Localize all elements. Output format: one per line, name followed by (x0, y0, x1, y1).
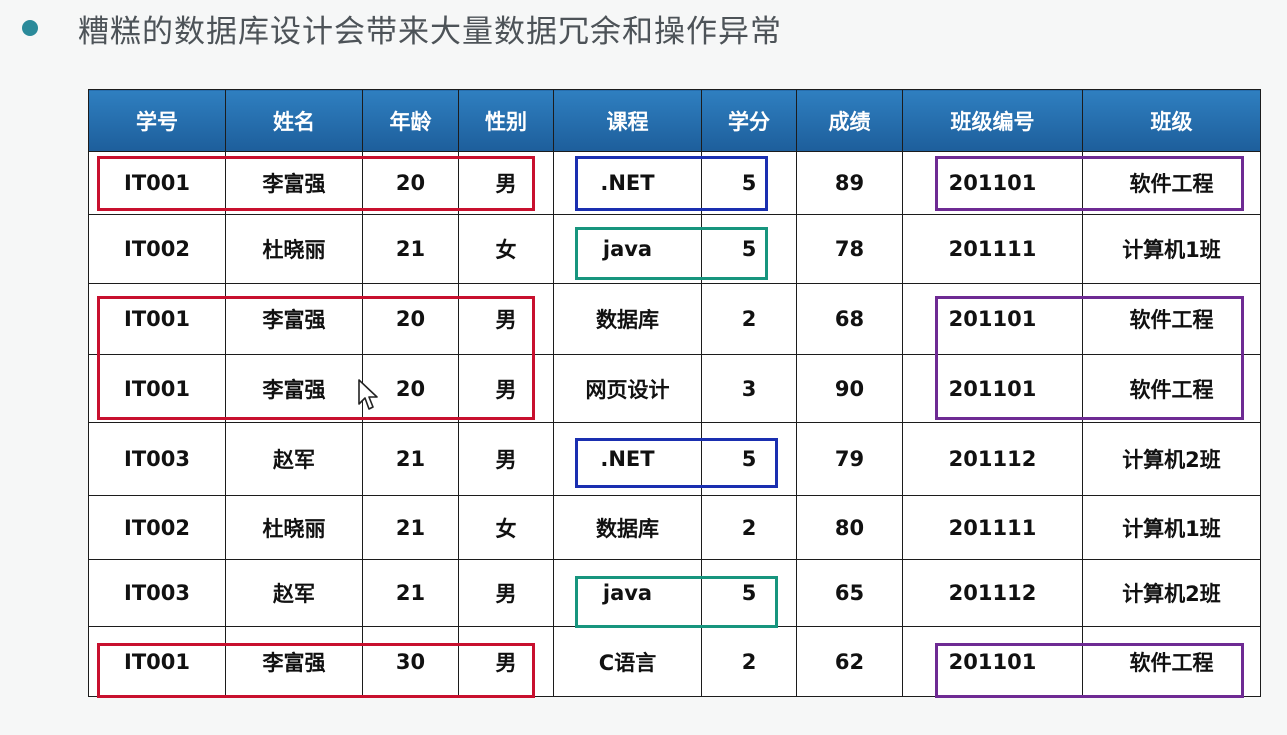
table-row: IT002 杜晓丽 21 女数据库 2 80 201111 计算机1班 (88, 495, 1261, 560)
table-cell: 男 (458, 283, 554, 355)
table-cell: .NET (553, 151, 702, 215)
table-cell: 男 (458, 151, 554, 215)
table-cell: 李富强 (225, 626, 363, 697)
table-cell: 21 (362, 559, 459, 627)
mouse-cursor-icon (358, 379, 378, 410)
table-cell: 数据库 (553, 283, 702, 355)
table-cell: 5 (701, 151, 797, 215)
table-cell: 20 (362, 283, 459, 355)
table-row: IT001 李富强 20 男 .NET 5 89 201101 软件工程 (88, 151, 1261, 215)
table-cell: 计算机2班 (1082, 422, 1261, 496)
table-row: IT003 赵军 21 男 .NET 5 79 201112 计算机2班 (88, 422, 1261, 496)
table-cell: 5 (701, 422, 797, 496)
header-row: 学号 姓名 年龄 性别 课程 学分 成绩 班级编号 班级 (88, 89, 1261, 152)
table-cell: java (553, 559, 702, 627)
table-cell: 78 (796, 214, 903, 284)
table-cell: 网页设计 (553, 354, 702, 423)
table-cell: IT003 (88, 422, 226, 496)
table-cell: 女 (458, 214, 554, 284)
table-cell: 201101 (902, 283, 1083, 355)
table-cell: 201112 (902, 422, 1083, 496)
table-cell: 男 (458, 422, 554, 496)
table-row: IT001 李富强 20 男数据库 2 68 201101 软件工程 (88, 283, 1261, 355)
table-cell: IT001 (88, 626, 226, 697)
table-cell: 男 (458, 354, 554, 423)
table-cell: 201112 (902, 559, 1083, 627)
table-cell: 21 (362, 422, 459, 496)
table-cell: 杜晓丽 (225, 495, 363, 560)
table-cell: 女 (458, 495, 554, 560)
table-cell: 65 (796, 559, 903, 627)
table-cell: 201111 (902, 495, 1083, 560)
table-cell: 计算机2班 (1082, 559, 1261, 627)
table-cell: 数据库 (553, 495, 702, 560)
table-cell: 21 (362, 495, 459, 560)
header-cell: 性别 (458, 89, 554, 152)
table-cell: IT002 (88, 214, 226, 284)
table-cell: 68 (796, 283, 903, 355)
table-cell: 201101 (902, 626, 1083, 697)
table-cell: IT001 (88, 283, 226, 355)
table-cell: 201101 (902, 354, 1083, 423)
table-cell: 软件工程 (1082, 626, 1261, 697)
table-cell: 3 (701, 354, 797, 423)
table-cell: 5 (701, 214, 797, 284)
table-cell: 软件工程 (1082, 283, 1261, 355)
student-course-table: 学号 姓名 年龄 性别 课程 学分 成绩 班级编号 班级 IT001 李富强 20 男… (88, 89, 1261, 697)
table-cell: java (553, 214, 702, 284)
header-cell: 年龄 (362, 89, 459, 152)
table-cell: 男 (458, 626, 554, 697)
table-cell: .NET (553, 422, 702, 496)
table-cell: IT001 (88, 354, 226, 423)
table-cell: 201101 (902, 151, 1083, 215)
table-cell: 30 (362, 626, 459, 697)
table-row: IT001 李富强 30 男 C语言 2 62 201101 软件工程 (88, 626, 1261, 697)
table-cell: 21 (362, 214, 459, 284)
table-cell: 计算机1班 (1082, 214, 1261, 284)
table-cell: 软件工程 (1082, 151, 1261, 215)
table-cell: IT002 (88, 495, 226, 560)
table-cell: C语言 (553, 626, 702, 697)
header-cell: 成绩 (796, 89, 903, 152)
table-cell: 20 (362, 151, 459, 215)
slide-title: 糟糕的数据库设计会带来大量数据冗余和操作异常 (78, 13, 782, 50)
table-cell: 80 (796, 495, 903, 560)
table-cell: 90 (796, 354, 903, 423)
table-row: IT001 李富强 20 男网页设计 3 90 201101 软件工程 (88, 354, 1261, 423)
header-cell: 学分 (701, 89, 797, 152)
table-row: IT003 赵军 21 男 java 5 65 201112 计算机2班 (88, 559, 1261, 627)
table-cell: IT001 (88, 151, 226, 215)
header-cell: 课程 (553, 89, 702, 152)
table-cell: 2 (701, 626, 797, 697)
table-cell: 赵军 (225, 422, 363, 496)
table-cell: 计算机1班 (1082, 495, 1261, 560)
table-row: IT002 杜晓丽 21 女 java 5 78 201111 计算机1班 (88, 214, 1261, 284)
table-cell: 李富强 (225, 151, 363, 215)
table-cell: 79 (796, 422, 903, 496)
header-cell: 班级 (1082, 89, 1261, 152)
table-cell: 李富强 (225, 283, 363, 355)
title-row: 糟糕的数据库设计会带来大量数据冗余和操作异常 (14, 6, 782, 50)
table-cell: 男 (458, 559, 554, 627)
table-cell: 62 (796, 626, 903, 697)
table-cell: 89 (796, 151, 903, 215)
header-cell: 学号 (88, 89, 226, 152)
table-cell: 软件工程 (1082, 354, 1261, 423)
table-cell: 2 (701, 283, 797, 355)
table-cell: 李富强 (225, 354, 363, 423)
header-cell: 班级编号 (902, 89, 1083, 152)
table-cell: 201111 (902, 214, 1083, 284)
table-cell: 赵军 (225, 559, 363, 627)
table-cell: 2 (701, 495, 797, 560)
table-cell: IT003 (88, 559, 226, 627)
table-cell: 5 (701, 559, 797, 627)
bullet-icon (22, 20, 38, 36)
table-cell: 杜晓丽 (225, 214, 363, 284)
header-cell: 姓名 (225, 89, 363, 152)
